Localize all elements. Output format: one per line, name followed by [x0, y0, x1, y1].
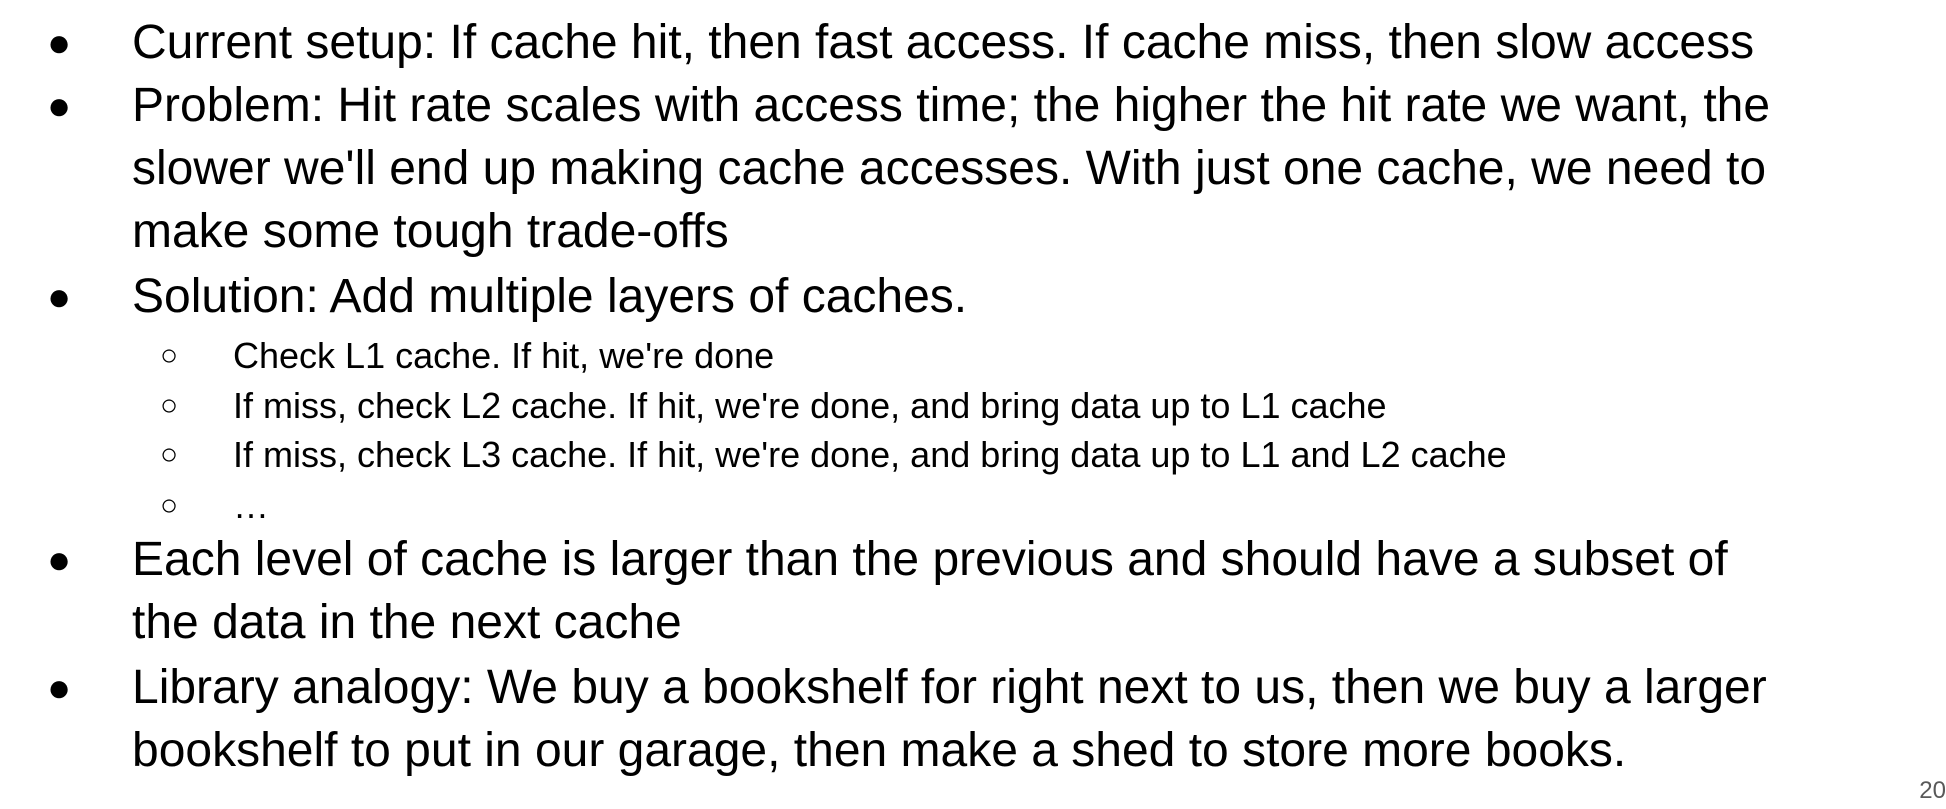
- sub-item-l1-check: Check L1 cache. If hit, we're done: [233, 335, 775, 376]
- bullet-item-problem-line-2: slower we'll end up making cache accesse…: [132, 142, 1767, 195]
- sub-bullet-icon: ○: [160, 438, 179, 471]
- bullet-icon: ●: [47, 21, 72, 65]
- bullet-item-problem-line-3: make some tough trade-offs: [132, 205, 729, 258]
- sub-item-l2-check: If miss, check L2 cache. If hit, we're d…: [233, 385, 1387, 426]
- bullet-item-cache-levels-line-1: Each level of cache is larger than the p…: [132, 533, 1728, 586]
- bullet-item-library-analogy-line-1: Library analogy: We buy a bookshelf for …: [132, 661, 1767, 714]
- sub-item-l3-check: If miss, check L3 cache. If hit, we're d…: [233, 434, 1507, 475]
- page-number: 20: [1919, 777, 1946, 804]
- sub-bullet-icon: ○: [160, 489, 179, 522]
- bullet-icon: ●: [47, 84, 72, 128]
- bullet-item-cache-levels-line-2: the data in the next cache: [132, 596, 682, 649]
- sub-item-ellipsis: …: [233, 485, 269, 526]
- bullet-icon: ●: [47, 538, 72, 582]
- bullet-item-problem-line-1: Problem: Hit rate scales with access tim…: [132, 79, 1771, 132]
- sub-bullet-icon: ○: [160, 339, 179, 372]
- sub-bullet-icon: ○: [160, 389, 179, 422]
- bullet-icon: ●: [47, 275, 72, 319]
- bullet-item-current-setup: Current setup: If cache hit, then fast a…: [132, 16, 1755, 69]
- bullet-item-solution: Solution: Add multiple layers of caches.: [132, 270, 968, 323]
- bullet-icon: ●: [47, 666, 72, 710]
- bullet-item-library-analogy-line-2: bookshelf to put in our garage, then mak…: [132, 724, 1627, 777]
